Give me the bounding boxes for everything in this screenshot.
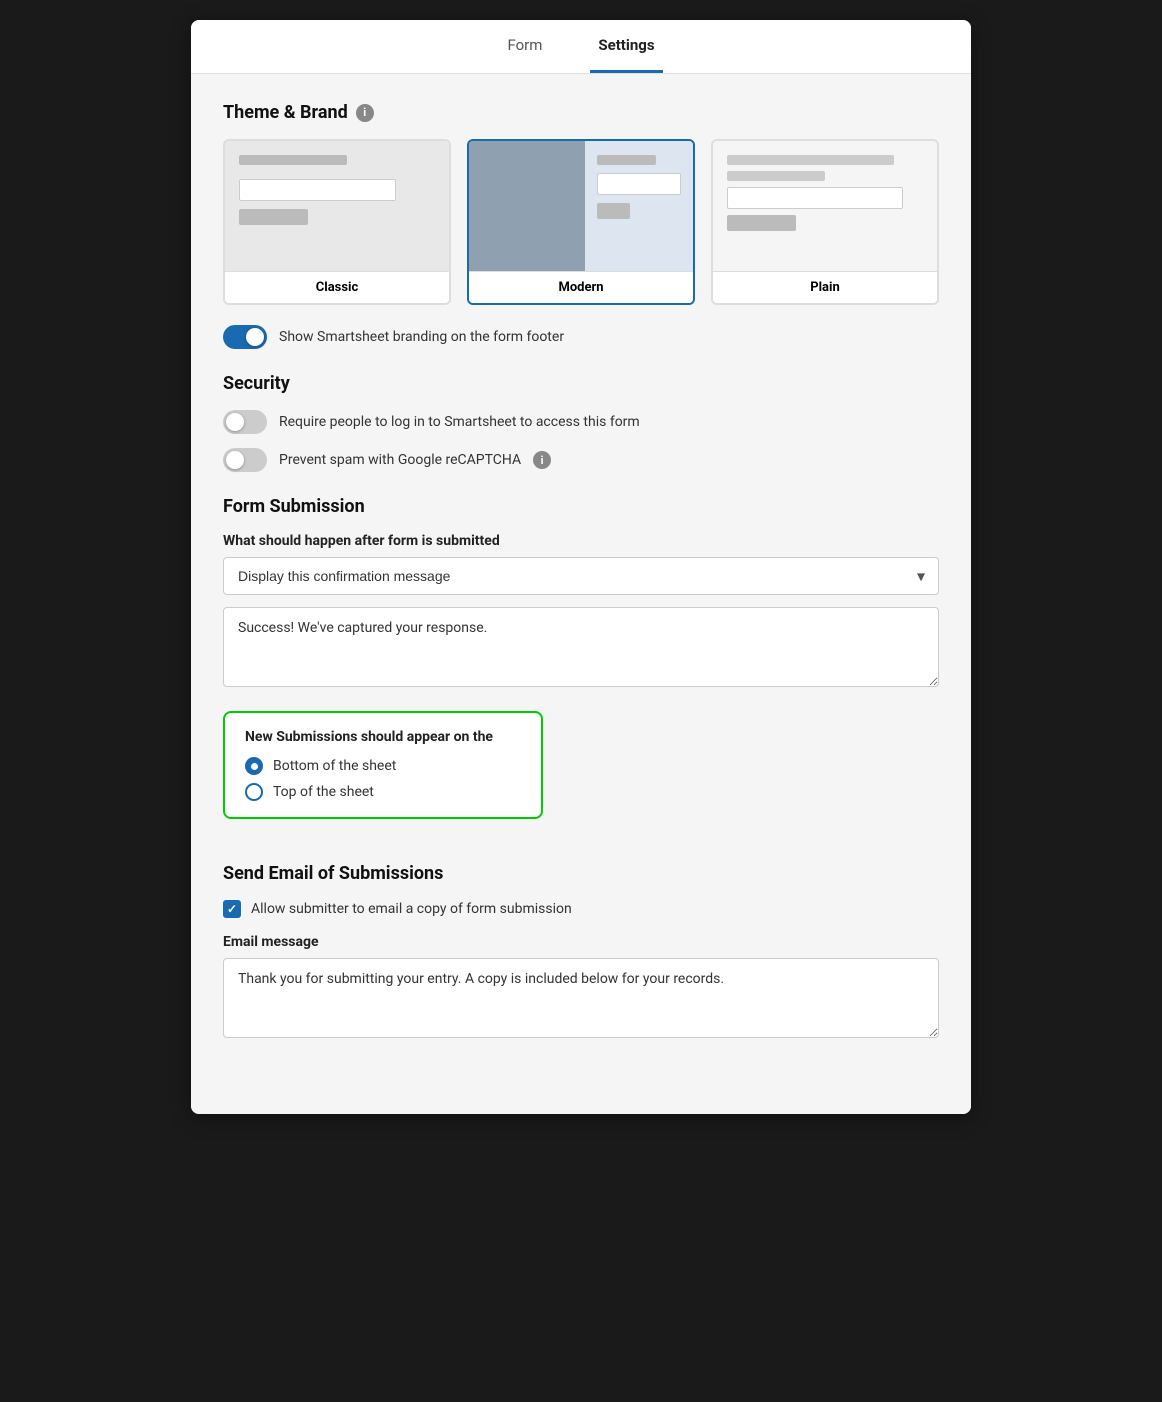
plain-preview bbox=[713, 141, 937, 271]
email-message-label: Email message bbox=[223, 934, 939, 950]
modern-right-panel bbox=[585, 141, 693, 271]
app-window: Form Settings Theme & Brand i Classic bbox=[191, 20, 971, 1114]
allow-email-checkbox[interactable]: ✓ bbox=[223, 900, 241, 918]
classic-preview bbox=[225, 141, 449, 271]
theme-card-modern[interactable]: Modern bbox=[467, 139, 695, 305]
branding-toggle-track bbox=[223, 325, 267, 349]
radio-top[interactable] bbox=[245, 783, 263, 801]
confirmation-message-textarea[interactable] bbox=[223, 607, 939, 687]
form-submission-section: Form Submission What should happen after… bbox=[223, 496, 939, 839]
login-toggle-label: Require people to log in to Smartsheet t… bbox=[279, 414, 640, 430]
login-toggle-thumb bbox=[226, 413, 244, 431]
radio-top-row[interactable]: Top of the sheet bbox=[245, 783, 521, 801]
captcha-toggle[interactable] bbox=[223, 448, 267, 472]
modern-input-mock bbox=[597, 173, 681, 195]
captcha-toggle-track bbox=[223, 448, 267, 472]
classic-label: Classic bbox=[225, 271, 449, 303]
checkbox-check-icon: ✓ bbox=[227, 902, 237, 916]
allow-email-row: ✓ Allow submitter to email a copy of for… bbox=[223, 900, 939, 918]
settings-content: Theme & Brand i Classic bbox=[191, 74, 971, 1114]
form-submission-title: Form Submission bbox=[223, 496, 939, 517]
email-message-textarea[interactable] bbox=[223, 958, 939, 1038]
plain-input-mock bbox=[727, 187, 903, 209]
send-email-title: Send Email of Submissions bbox=[223, 863, 939, 884]
branding-toggle-thumb bbox=[246, 328, 264, 346]
modern-btn-mock bbox=[597, 203, 631, 219]
modern-preview bbox=[469, 141, 693, 271]
theme-card-plain[interactable]: Plain bbox=[711, 139, 939, 305]
radio-bottom-row[interactable]: Bottom of the sheet bbox=[245, 757, 521, 775]
security-section-title: Security bbox=[223, 373, 939, 394]
modern-bar bbox=[597, 155, 656, 165]
branding-toggle-row: Show Smartsheet branding on the form foo… bbox=[223, 325, 939, 349]
branding-toggle-label: Show Smartsheet branding on the form foo… bbox=[279, 329, 564, 345]
tab-form[interactable]: Form bbox=[499, 20, 550, 73]
theme-section: Theme & Brand i Classic bbox=[223, 102, 939, 349]
allow-email-label: Allow submitter to email a copy of form … bbox=[251, 901, 572, 917]
login-toggle[interactable] bbox=[223, 410, 267, 434]
classic-btn-mock bbox=[239, 209, 308, 225]
theme-section-title: Theme & Brand i bbox=[223, 102, 939, 123]
new-submissions-box: New Submissions should appear on the Bot… bbox=[223, 711, 543, 819]
modern-label: Modern bbox=[469, 271, 693, 303]
after-submit-dropdown-wrapper: Display this confirmation message Redire… bbox=[223, 557, 939, 595]
login-toggle-track bbox=[223, 410, 267, 434]
after-submit-dropdown[interactable]: Display this confirmation message Redire… bbox=[223, 557, 939, 595]
security-section: Security Require people to log in to Sma… bbox=[223, 373, 939, 472]
captcha-toggle-thumb bbox=[226, 451, 244, 469]
plain-btn-mock bbox=[727, 215, 796, 231]
captcha-toggle-row: Prevent spam with Google reCAPTCHA i bbox=[223, 448, 939, 472]
classic-input-mock bbox=[239, 179, 396, 201]
submissions-box-title: New Submissions should appear on the bbox=[245, 729, 521, 745]
branding-toggle[interactable] bbox=[223, 325, 267, 349]
send-email-section: Send Email of Submissions ✓ Allow submit… bbox=[223, 863, 939, 1062]
modern-left-panel bbox=[469, 141, 577, 271]
theme-cards-container: Classic Modern bbox=[223, 139, 939, 305]
theme-card-classic[interactable]: Classic bbox=[223, 139, 451, 305]
radio-bottom-label: Bottom of the sheet bbox=[273, 758, 396, 774]
radio-top-label: Top of the sheet bbox=[273, 784, 374, 800]
radio-bottom[interactable] bbox=[245, 757, 263, 775]
classic-bar bbox=[239, 155, 347, 165]
plain-bar2 bbox=[727, 171, 825, 181]
plain-label: Plain bbox=[713, 271, 937, 303]
captcha-info-icon[interactable]: i bbox=[533, 451, 551, 469]
tab-bar: Form Settings bbox=[191, 20, 971, 74]
after-submit-label: What should happen after form is submitt… bbox=[223, 533, 939, 549]
captcha-toggle-label: Prevent spam with Google reCAPTCHA bbox=[279, 452, 521, 468]
theme-info-icon[interactable]: i bbox=[356, 104, 374, 122]
login-toggle-row: Require people to log in to Smartsheet t… bbox=[223, 410, 939, 434]
tab-settings[interactable]: Settings bbox=[590, 20, 662, 73]
plain-bar1 bbox=[727, 155, 894, 165]
